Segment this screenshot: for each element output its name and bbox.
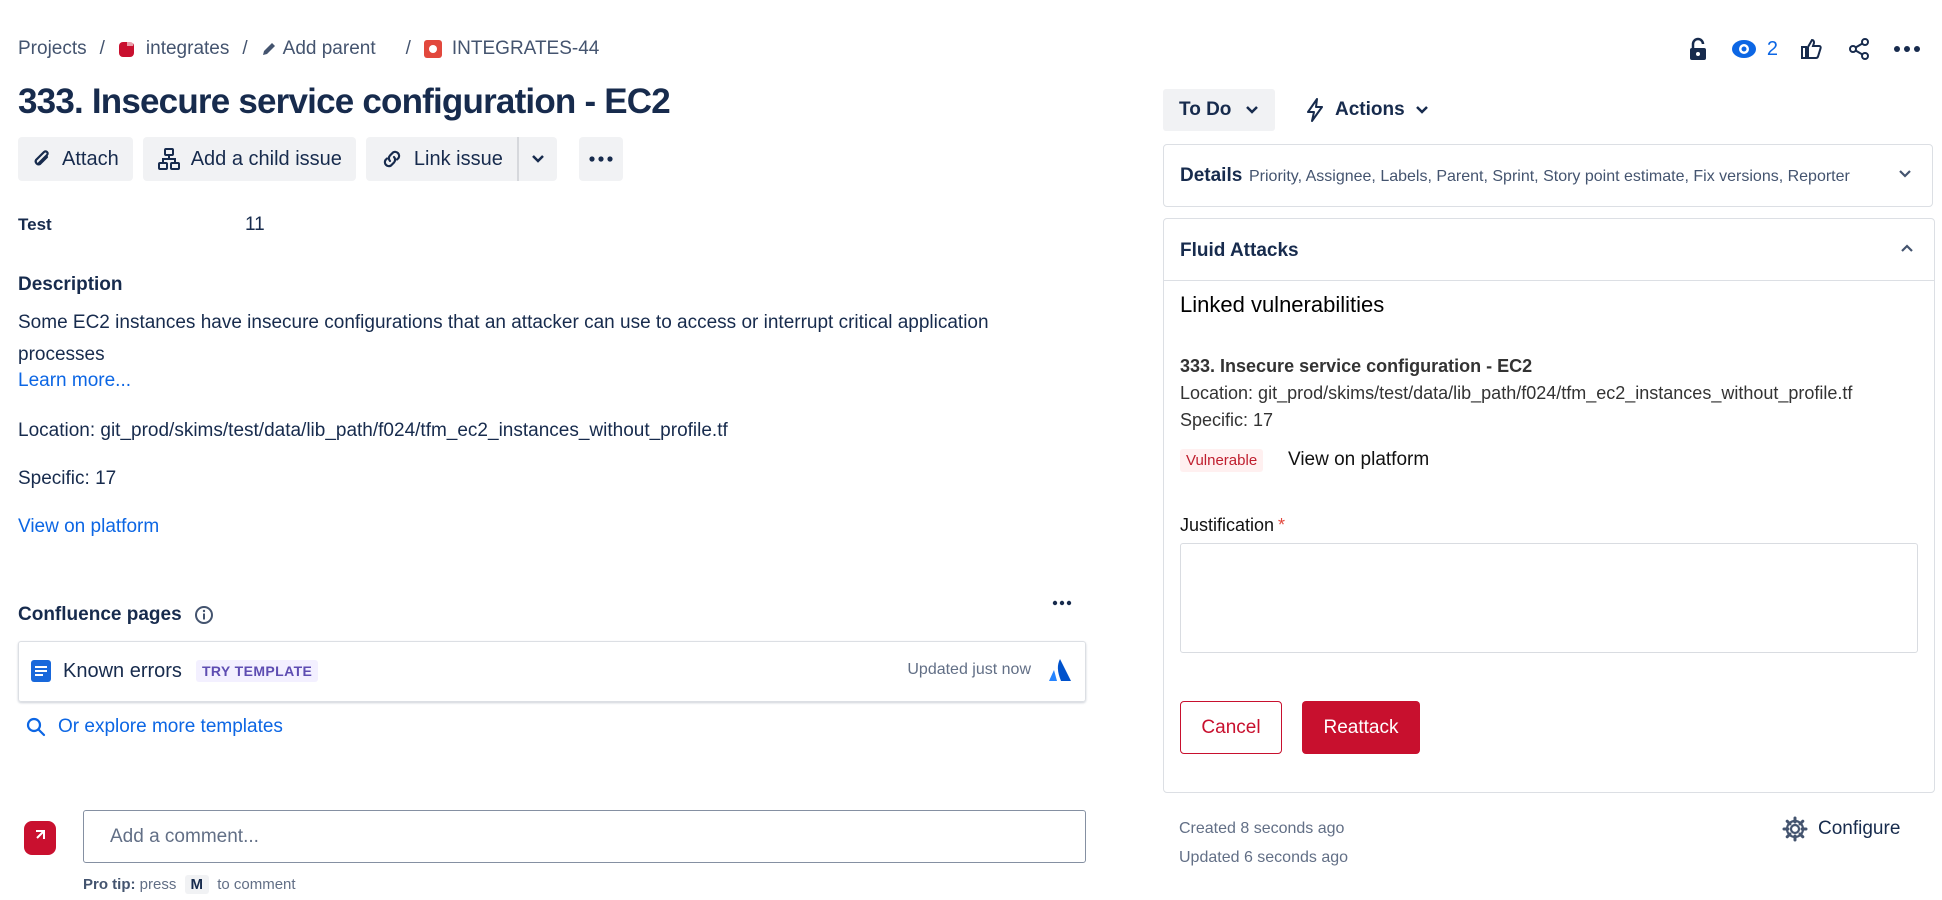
justification-label: Justification * [1180, 515, 1285, 536]
details-title: Details [1180, 165, 1243, 186]
test-field-label: Test [18, 215, 52, 234]
more-options-icon [1052, 600, 1072, 606]
bug-issue-type-icon [423, 40, 442, 58]
chevron-down-icon [1246, 106, 1259, 114]
link-issue-label: Link issue [413, 147, 503, 170]
view-on-platform-link[interactable]: View on platform [1288, 449, 1429, 471]
pencil-icon [261, 41, 277, 57]
breadcrumb-separator: / [242, 38, 248, 59]
add-child-issue-label: Add a child issue [190, 147, 342, 170]
confluence-page-title: Known errors [63, 659, 182, 682]
info-icon[interactable] [194, 605, 214, 625]
explore-templates-link[interactable]: Or explore more templates [26, 716, 283, 738]
vulnerability-location: Location: git_prod/skims/test/data/lib_p… [1180, 383, 1853, 403]
issue-top-actions: 2 [1683, 32, 1922, 66]
chevron-down-icon [531, 155, 544, 163]
reattack-button[interactable]: Reattack [1302, 701, 1420, 754]
unlock-icon[interactable] [1683, 34, 1713, 64]
more-options-icon[interactable] [1892, 34, 1922, 64]
justification-label-text: Justification [1180, 515, 1275, 535]
toolbar-more-button[interactable] [578, 137, 623, 181]
breadcrumb-separator: / [405, 38, 411, 59]
lightning-icon [1307, 98, 1323, 122]
pro-tip-suffix: to comment [217, 876, 296, 893]
linked-vulnerabilities-heading: Linked vulnerabilities [1180, 292, 1385, 317]
issue-toolbar: Attach Add a child issue Link issue [18, 137, 623, 181]
view-on-platform-link[interactable]: View on platform [18, 516, 159, 538]
details-summary: Priority, Assignee, Labels, Parent, Spri… [1249, 168, 1850, 185]
vulnerability-specific: Specific: 17 [1180, 410, 1274, 430]
attach-label: Attach [62, 147, 119, 170]
configure-button[interactable]: Configure [1782, 816, 1900, 842]
fluid-attacks-header[interactable]: Fluid Attacks [1164, 219, 1934, 281]
link-issue-dropdown[interactable] [516, 137, 557, 181]
configure-label: Configure [1818, 818, 1901, 839]
test-field-value[interactable]: 11 [245, 214, 265, 236]
add-child-issue-button[interactable]: Add a child issue [142, 137, 356, 181]
breadcrumb-issue-key[interactable]: INTEGRATES-44 [452, 38, 599, 60]
confluence-header: Confluence pages [18, 604, 214, 626]
eye-icon [1731, 40, 1756, 58]
search-icon [26, 717, 46, 737]
more-options-icon [589, 156, 613, 162]
pro-tip-label: Pro tip: [83, 876, 136, 893]
confluence-more-button[interactable] [1052, 600, 1072, 606]
breadcrumb-separator: / [99, 38, 105, 59]
chevron-down-icon [1415, 106, 1428, 114]
issue-title[interactable]: 333. Insecure service configuration - EC… [18, 82, 671, 122]
created-timestamp: Created 8 seconds ago [1179, 820, 1345, 837]
comment-input[interactable]: Add a comment... [83, 810, 1086, 863]
pro-tip: Pro tip: press M to comment [83, 875, 296, 894]
pro-tip-press: press [139, 876, 177, 893]
description-specific: Specific: 17 [18, 468, 117, 489]
document-icon [31, 660, 51, 682]
confluence-heading: Confluence pages [18, 604, 182, 625]
thumbs-up-icon[interactable] [1796, 34, 1826, 64]
details-panel[interactable]: Details Priority, Assignee, Labels, Pare… [1163, 144, 1933, 207]
share-icon[interactable] [1844, 34, 1874, 64]
link-issue-group: Link issue [365, 137, 557, 181]
cancel-button[interactable]: Cancel [1180, 701, 1282, 754]
breadcrumb: Projects / integrates / Add parent / INT… [18, 36, 599, 62]
user-avatar[interactable] [24, 821, 56, 855]
link-icon [383, 150, 401, 168]
actions-label: Actions [1335, 99, 1405, 120]
status-dropdown[interactable]: To Do [1163, 89, 1276, 131]
gear-icon [1782, 816, 1808, 842]
fluid-attacks-title: Fluid Attacks [1180, 240, 1299, 261]
updated-timestamp: Updated 6 seconds ago [1179, 849, 1349, 866]
breadcrumb-projects[interactable]: Projects [18, 38, 87, 60]
hierarchy-icon [157, 148, 180, 170]
watchers-count: 2 [1766, 37, 1778, 60]
link-issue-button[interactable]: Link issue [365, 137, 517, 181]
watch-button[interactable]: 2 [1731, 38, 1778, 61]
vulnerability-title: 333. Insecure service configuration - EC… [1180, 356, 1533, 376]
confluence-page-card[interactable]: Known errors TRY TEMPLATE Updated just n… [18, 641, 1086, 702]
description-location: Location: git_prod/skims/test/data/lib_p… [18, 420, 728, 441]
try-template-badge[interactable]: TRY TEMPLATE [195, 660, 319, 682]
chevron-down-icon [1898, 169, 1912, 179]
pro-tip-key: M [184, 875, 210, 894]
attach-button[interactable]: Attach [18, 137, 133, 181]
description-heading: Description [18, 274, 123, 295]
justification-textarea[interactable] [1180, 543, 1918, 653]
project-logo-icon [118, 40, 136, 58]
chevron-up-icon [1900, 243, 1914, 253]
actions-dropdown[interactable]: Actions [1305, 89, 1429, 131]
confluence-page-row: Known errors TRY TEMPLATE [29, 642, 319, 700]
required-mark: * [1278, 515, 1286, 535]
paperclip-icon [34, 150, 49, 166]
atlassian-logo-icon [1047, 657, 1073, 683]
add-parent-link[interactable]: Add parent [283, 38, 376, 60]
confluence-updated: Updated just now [907, 661, 1031, 678]
breadcrumb-project[interactable]: integrates [146, 38, 229, 60]
explore-templates-label: Or explore more templates [58, 716, 283, 737]
description-text[interactable]: Some EC2 instances have insecure configu… [18, 307, 1028, 371]
status-label: To Do [1179, 99, 1232, 120]
vulnerable-status-badge: Vulnerable [1180, 449, 1264, 472]
learn-more-link[interactable]: Learn more... [18, 370, 131, 392]
